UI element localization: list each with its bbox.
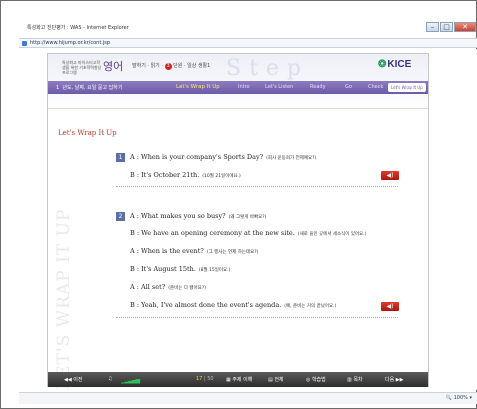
watermark-text: LET'S WRAP IT UP bbox=[54, 208, 74, 390]
exercise-1-line: B : It's October 21th. (10월 21일이에요.) bbox=[130, 171, 241, 179]
exercise-1-audio-button[interactable]: ◀) bbox=[381, 171, 399, 180]
window-title: 특성화고 진단평가 : WAS - Internet Explorer bbox=[27, 25, 129, 31]
status-bar: 🔍 100% ▾ bbox=[19, 392, 477, 404]
exercise-2-line: A : All set? (준비는 다 됐어요?) bbox=[130, 283, 206, 291]
page-total: 50 bbox=[207, 376, 214, 382]
tab-lets-wrap-it-up[interactable]: Let's Wrap It Up bbox=[388, 83, 426, 92]
line-korean: (10월 21일이에요.) bbox=[202, 174, 241, 179]
lesson-nav: 1 년도, 날짜, 요일 묻고 답하기 Let's Wrap It Up Int… bbox=[48, 81, 428, 94]
volume-icon[interactable]: ♫ bbox=[108, 376, 112, 382]
exercise-2-number: 2 bbox=[116, 212, 125, 221]
line-english: B : We have an opening ceremony at the n… bbox=[130, 229, 295, 237]
line-english: B : It's August 15th. bbox=[130, 265, 196, 273]
speaker-icon: ◀) bbox=[386, 303, 394, 310]
contents-button[interactable]: ▥ 목차 bbox=[347, 376, 363, 383]
exercise-2-audio-button[interactable]: ◀) bbox=[381, 302, 399, 311]
exercise-1-number: 1 bbox=[116, 153, 125, 162]
maximize-button[interactable]: □ bbox=[440, 22, 453, 32]
divider bbox=[116, 186, 398, 187]
tab-ready[interactable]: Ready bbox=[310, 84, 326, 90]
exercise-2-line: B : We have an opening ceremony at the n… bbox=[130, 229, 366, 237]
brand-subject: 영어 bbox=[103, 60, 124, 73]
kice-logo: ❂KICE bbox=[378, 59, 411, 70]
all-button[interactable]: ▤ 전체 bbox=[268, 376, 284, 383]
line-korean: (그 행사는 언제 하는데요?) bbox=[206, 250, 259, 255]
lesson-panel: 특성화고 마이스터고학생을 위한 기초학력향상프로그램 영어 말하기 · 읽기 … bbox=[47, 53, 429, 390]
study-method-button[interactable]: ◎ 학습법 bbox=[306, 376, 326, 383]
address-bar[interactable]: http://www.hijump.or.kr/cont.jsp bbox=[19, 38, 477, 48]
line-korean: (회사 운동회가 언제예요?) bbox=[266, 156, 317, 161]
lesson-header: 특성화고 마이스터고학생을 위한 기초학력향상프로그램 영어 말하기 · 읽기 … bbox=[48, 54, 428, 109]
nav-lesson-number: 1 bbox=[56, 85, 60, 91]
section-title: Let's Wrap It Up bbox=[58, 129, 117, 137]
line-korean: (8월 15일이요.) bbox=[198, 268, 231, 273]
minimize-button[interactable]: – bbox=[426, 22, 439, 32]
topic-button[interactable]: ▦ 주제 이해 bbox=[226, 376, 252, 383]
lesson-footer: ◀◀ 이전 ♫ ▁▂▃▄▅ 17 | 50 ▦ 주제 이해 ▤ 전체 ◎ 학습법… bbox=[48, 372, 428, 387]
line-english: B : Yeah, I've almost done the event's a… bbox=[130, 301, 282, 309]
line-korean: (준비는 다 됐어요?) bbox=[168, 286, 206, 291]
nav-lesson-name: 년도, 날짜, 요일 묻고 답하기 bbox=[62, 85, 123, 91]
kice-logo-icon: ❂ bbox=[378, 59, 387, 70]
line-english: A : What makes you so busy? bbox=[130, 212, 226, 220]
line-korean: (왜 그렇게 바빠요?) bbox=[228, 215, 267, 220]
tab-intro[interactable]: Intro bbox=[238, 84, 250, 90]
exercise-2-line: A : What makes you so busy? (왜 그렇게 바빠요?) bbox=[130, 212, 266, 220]
zoom-level[interactable]: 🔍 100% ▾ bbox=[446, 395, 472, 401]
unit-number: 3 bbox=[164, 63, 172, 70]
line-english: A : When is your company's Sports Day? bbox=[130, 153, 264, 161]
zoom-value: 100% bbox=[453, 395, 468, 401]
header-decoration: Step bbox=[226, 56, 310, 81]
nav-current: Let's Wrap It Up bbox=[176, 84, 220, 90]
browser-window: 특성화고 진단평가 : WAS - Internet Explorer – □ … bbox=[0, 0, 477, 409]
title-bar: 특성화고 진단평가 : WAS - Internet Explorer – □ … bbox=[19, 22, 477, 36]
line-korean: (새로 들인 곳에서 세소식이 있어요.) bbox=[297, 232, 367, 237]
tab-lets-listen[interactable]: Let's Listen bbox=[265, 84, 293, 90]
volume-slider[interactable]: ▁▂▃▄▅ bbox=[121, 377, 140, 384]
speaker-icon: ◀) bbox=[386, 172, 394, 179]
page-icon bbox=[22, 41, 27, 46]
line-english: A : When is the event? bbox=[130, 247, 204, 255]
exercise-2-line: B : Yeah, I've almost done the event's a… bbox=[130, 301, 336, 309]
address-text[interactable]: http://www.hijump.or.kr/cont.jsp bbox=[30, 40, 110, 46]
line-english: A : All set? bbox=[130, 283, 166, 291]
tab-check[interactable]: Check bbox=[368, 84, 383, 90]
brand-caption: 특성화고 마이스터고학생을 위한 기초학력향상프로그램 bbox=[62, 60, 102, 75]
close-button[interactable]: ✕ bbox=[454, 22, 476, 32]
window-controls: – □ ✕ bbox=[426, 22, 476, 32]
unit-prefix: 말하기 · 읽기 · bbox=[132, 63, 163, 69]
line-english: B : It's October 21th. bbox=[130, 171, 200, 179]
line-korean: (예, 준비는 거의 끝났어요.) bbox=[284, 304, 337, 309]
tab-go[interactable]: Go bbox=[345, 84, 352, 90]
unit-info: 말하기 · 읽기 · 3 단원 · 일상 생활1 bbox=[132, 62, 210, 70]
next-button[interactable]: 다음 ▶▶ bbox=[385, 376, 403, 383]
exercise-1-line: A : When is your company's Sports Day? (회… bbox=[130, 153, 316, 161]
exercise-2-line: A : When is the event? (그 행사는 언제 하는데요?) bbox=[130, 247, 258, 255]
exercise-2-line: B : It's August 15th. (8월 15일이요.) bbox=[130, 265, 230, 273]
page-indicator: 17 | 50 bbox=[196, 376, 214, 382]
unit-suffix: 단원 · 일상 생활1 bbox=[173, 63, 211, 69]
nav-lesson-title: 1 년도, 날짜, 요일 묻고 답하기 bbox=[56, 84, 123, 91]
divider bbox=[116, 317, 398, 318]
kice-logo-text: KICE bbox=[387, 59, 412, 70]
prev-button[interactable]: ◀◀ 이전 bbox=[64, 376, 82, 383]
